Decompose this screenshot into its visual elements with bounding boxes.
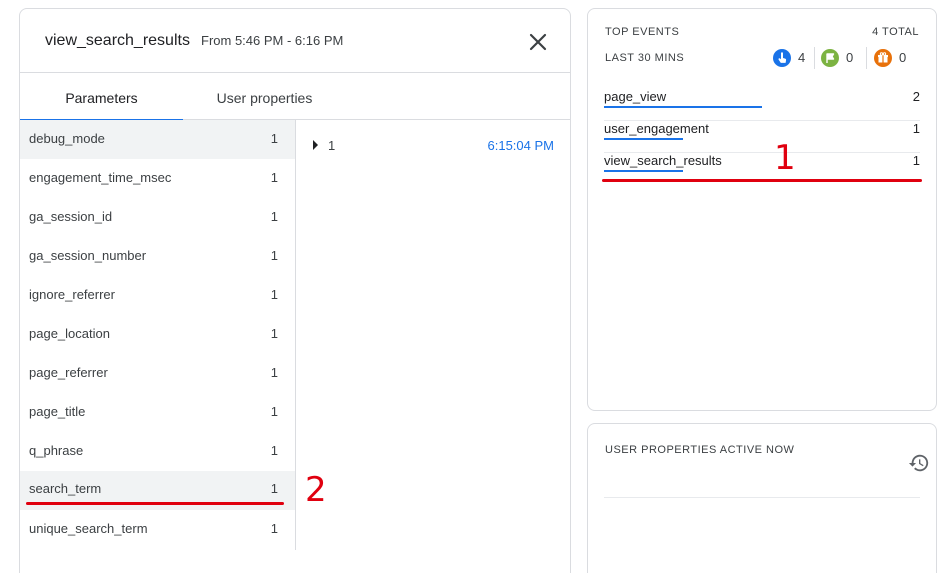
top-events-title: TOP EVENTS [605,26,680,38]
annotation-number-1: 1 [774,138,796,178]
param-row-ignore-referrer[interactable]: ignore_referrer 1 [20,276,295,315]
param-row-engagement-time-msec[interactable]: engagement_time_msec 1 [20,159,295,198]
top-events-total: 4 TOTAL [872,26,919,38]
event-panel-header: view_search_results From 5:46 PM - 6:16 … [20,9,570,73]
param-count: 1 [270,481,278,496]
event-name: page_view [604,89,667,104]
gift-count: 0 [899,50,907,65]
event-share-bar [604,138,683,140]
event-share-bar [604,170,683,172]
param-name: q_phrase [29,443,84,458]
event-count: 1 [912,153,920,168]
param-name: debug_mode [29,131,105,146]
annotation-number-2: 2 [305,470,327,510]
touch-icon [773,49,791,67]
parameter-values: 1 6:15:04 PM [297,120,570,550]
history-icon [908,454,929,472]
event-details-panel: view_search_results From 5:46 PM - 6:16 … [19,8,571,573]
gift-icon [874,49,892,67]
event-count: 1 [912,121,920,136]
user-properties-card: USER PROPERTIES ACTIVE NOW [587,423,937,573]
panel-tabs: Parameters User properties [20,73,570,121]
param-count: 1 [270,248,278,263]
annotation-underline-2 [26,502,284,505]
counter-divider [866,47,867,69]
touch-count: 4 [798,50,806,65]
flag-icon [821,49,839,67]
param-count: 1 [270,170,278,185]
event-share-bar [604,106,762,108]
close-button[interactable] [525,29,551,55]
param-row-q-phrase[interactable]: q_phrase 1 [20,432,295,471]
tab-parameters[interactable]: Parameters [20,73,183,121]
value-timestamp: 6:15:04 PM [487,138,555,153]
param-count: 1 [270,326,278,341]
event-row-page-view[interactable]: page_view 2 [604,89,920,121]
param-count: 1 [270,365,278,380]
value-row[interactable]: 1 6:15:04 PM [297,136,570,156]
param-row-unique-search-term[interactable]: unique_search_term 1 [20,510,295,549]
param-row-debug-mode[interactable]: debug_mode 1 [20,120,295,159]
user-properties-title: USER PROPERTIES ACTIVE NOW [605,444,795,456]
close-icon [529,33,547,51]
param-name: ga_session_id [29,209,113,224]
parameter-list: debug_mode 1 engagement_time_msec 1 ga_s… [20,120,296,550]
param-row-page-referrer[interactable]: page_referrer 1 [20,354,295,393]
param-name: engagement_time_msec [29,170,172,185]
param-count: 1 [270,521,278,536]
param-count: 1 [270,287,278,302]
tab-user-properties[interactable]: User properties [183,73,346,120]
event-name: user_engagement [604,121,709,136]
expand-caret-icon[interactable] [313,140,318,150]
top-events-card: TOP EVENTS 4 TOTAL LAST 30 MINS 4 0 0 pa… [587,8,937,411]
param-name: page_title [29,404,86,419]
param-count: 1 [270,443,278,458]
param-count: 1 [270,404,278,419]
counter-divider [814,47,815,69]
param-row-ga-session-number[interactable]: ga_session_number 1 [20,237,295,276]
value-text: 1 [328,138,336,153]
top-events-range: LAST 30 MINS [605,52,685,64]
param-name: ga_session_number [29,248,147,263]
param-name: page_location [29,326,110,341]
event-name: view_search_results [604,153,722,168]
param-row-ga-session-id[interactable]: ga_session_id 1 [20,198,295,237]
flag-count: 0 [846,50,854,65]
annotation-underline-1 [602,179,922,182]
event-title: view_search_results [45,32,190,49]
event-count: 2 [912,89,920,104]
param-name: unique_search_term [29,521,148,536]
history-button[interactable] [908,452,930,474]
param-name: search_term [29,481,102,496]
param-count: 1 [270,131,278,146]
param-name: ignore_referrer [29,287,115,302]
event-time-range: From 5:46 PM - 6:16 PM [201,33,344,48]
param-name: page_referrer [29,365,108,380]
param-row-page-location[interactable]: page_location 1 [20,315,295,354]
param-row-page-title[interactable]: page_title 1 [20,393,295,432]
param-count: 1 [270,209,278,224]
event-row-user-engagement[interactable]: user_engagement 1 [604,121,920,153]
divider [604,497,920,498]
